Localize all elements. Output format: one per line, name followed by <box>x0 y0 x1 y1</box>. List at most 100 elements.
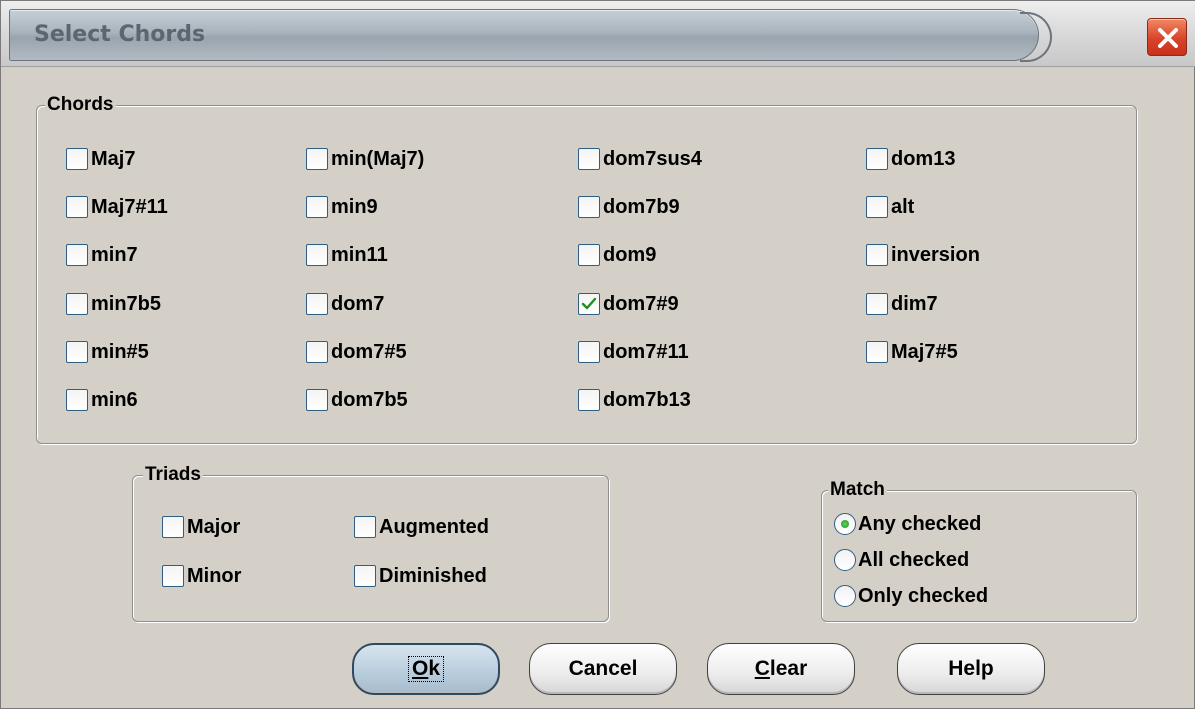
checkbox-label: dom7#9 <box>603 292 679 315</box>
checkbox-box[interactable] <box>866 148 888 170</box>
checkbox-box[interactable] <box>866 244 888 267</box>
checkbox-dom13[interactable]: dom13 <box>866 145 955 173</box>
checkbox-box[interactable] <box>306 148 328 170</box>
checkbox-box[interactable] <box>866 292 888 315</box>
checkbox-dom7[interactable]: dom7 <box>306 290 384 318</box>
checkbox-min11[interactable]: min11 <box>306 241 388 269</box>
radio-circle[interactable] <box>834 585 856 607</box>
match-group-label: Match <box>828 479 887 501</box>
checkbox-box[interactable] <box>578 196 600 219</box>
checkbox-diminished[interactable]: Diminished <box>354 562 487 590</box>
ok-focus-rect: Ok <box>407 656 445 682</box>
ok-button[interactable]: Ok <box>352 643 500 695</box>
checkbox-box[interactable] <box>578 244 600 267</box>
checkbox-major[interactable]: Major <box>162 513 240 541</box>
checkbox-label: Maj7#11 <box>91 196 168 219</box>
checkbox-label: min7b5 <box>91 292 162 315</box>
clear-accelerator: C <box>754 657 770 680</box>
checkbox-label: dom13 <box>891 148 956 170</box>
checkbox-label: min6 <box>91 389 138 411</box>
triads-groupbox: Triads <box>132 464 609 622</box>
checkbox-box[interactable] <box>66 148 88 170</box>
radio-label: Any checked <box>858 513 982 535</box>
title-bar[interactable]: Select Chords <box>1 1 1195 67</box>
checkbox-min7[interactable]: min7 <box>66 241 138 269</box>
checkbox-box[interactable] <box>578 340 600 363</box>
checkbox-box[interactable] <box>306 292 328 315</box>
checkbox-box[interactable] <box>306 196 328 219</box>
checkbox-label: min9 <box>331 196 378 219</box>
checkbox-maj7-11[interactable]: Maj7#11 <box>66 193 168 221</box>
radio-label: All checked <box>858 549 970 571</box>
radio-only-checked[interactable]: Only checked <box>834 582 988 610</box>
checkbox-box[interactable] <box>162 516 184 538</box>
checkbox-label: dom7b9 <box>603 196 680 219</box>
window-title: Select Chords <box>34 22 206 47</box>
checkbox-label: Minor <box>187 565 242 587</box>
checkbox-box[interactable] <box>866 340 888 363</box>
checkbox-label: Augmented <box>379 516 489 538</box>
radio-label: Only checked <box>858 585 989 607</box>
radio-all-checked[interactable]: All checked <box>834 546 969 574</box>
checkbox-min9[interactable]: min9 <box>306 193 378 221</box>
cancel-label: Cancel <box>568 657 638 680</box>
checkbox-min-5[interactable]: min#5 <box>66 338 149 366</box>
ok-label-rest: k <box>428 657 441 680</box>
checkbox-label: dom7b13 <box>603 389 691 411</box>
checkbox-inversion[interactable]: inversion <box>866 241 980 269</box>
help-label: Help <box>948 657 994 680</box>
checkbox-dom7-5[interactable]: dom7#5 <box>306 338 407 366</box>
checkbox-box[interactable] <box>66 196 88 219</box>
clear-button[interactable]: Clear <box>707 643 855 695</box>
checkbox-minor[interactable]: Minor <box>162 562 241 590</box>
close-button[interactable] <box>1147 18 1187 56</box>
select-chords-dialog: Select Chords Chords Maj7 Maj7#11 min7 min7… <box>0 0 1195 709</box>
checkbox-box[interactable] <box>354 565 376 587</box>
checkbox-dom7b13[interactable]: dom7b13 <box>578 386 691 414</box>
checkbox-label: dim7 <box>891 292 938 315</box>
checkbox-alt[interactable]: alt <box>866 193 914 221</box>
checkbox-box[interactable] <box>578 148 600 170</box>
checkbox-box[interactable] <box>162 565 184 587</box>
checkbox-min6[interactable]: min6 <box>66 386 138 414</box>
checkbox-dom7b9[interactable]: dom7b9 <box>578 193 680 221</box>
checkbox-dom7sus4[interactable]: dom7sus4 <box>578 145 702 173</box>
checkbox-label: min11 <box>331 244 388 267</box>
checkbox-box[interactable] <box>306 244 328 267</box>
checkbox-dom7-9[interactable]: dom7#9 <box>578 290 679 318</box>
checkbox-box[interactable] <box>306 389 328 411</box>
checkbox-dim7[interactable]: dim7 <box>866 290 938 318</box>
checkbox-box[interactable] <box>66 389 88 411</box>
checkbox-label: dom7#5 <box>331 340 407 363</box>
checkbox-box[interactable] <box>354 516 376 538</box>
checkbox-min-maj7[interactable]: min(Maj7) <box>306 145 424 173</box>
checkbox-dom9[interactable]: dom9 <box>578 241 656 269</box>
checkbox-label: dom9 <box>603 244 657 267</box>
checkbox-box[interactable] <box>66 340 88 363</box>
checkbox-min7b5[interactable]: min7b5 <box>66 290 161 318</box>
checkbox-box[interactable] <box>306 340 328 363</box>
checkbox-box[interactable] <box>578 389 600 411</box>
ok-accelerator: O <box>411 657 429 680</box>
checkbox-box[interactable] <box>578 292 600 315</box>
checkbox-maj7[interactable]: Maj7 <box>66 145 135 173</box>
checkbox-label: min(Maj7) <box>331 148 425 170</box>
checkbox-label: Major <box>187 516 241 538</box>
chords-group-label: Chords <box>45 94 116 116</box>
checkbox-augmented[interactable]: Augmented <box>354 513 489 541</box>
radio-circle[interactable] <box>834 549 856 571</box>
checkbox-label: inversion <box>891 244 980 267</box>
checkbox-box[interactable] <box>66 244 88 267</box>
checkbox-dom7b5[interactable]: dom7b5 <box>306 386 408 414</box>
cancel-button[interactable]: Cancel <box>529 643 677 695</box>
triads-group-label: Triads <box>143 464 203 486</box>
checkbox-label: dom7 <box>331 292 385 315</box>
radio-any-checked[interactable]: Any checked <box>834 510 981 538</box>
checkbox-dom7-11[interactable]: dom7#11 <box>578 338 689 366</box>
checkbox-box[interactable] <box>66 292 88 315</box>
radio-circle[interactable] <box>834 513 856 535</box>
checkbox-maj7-5[interactable]: Maj7#5 <box>866 338 958 366</box>
checkbox-label: dom7#11 <box>603 340 689 363</box>
help-button[interactable]: Help <box>897 643 1045 695</box>
checkbox-box[interactable] <box>866 196 888 219</box>
